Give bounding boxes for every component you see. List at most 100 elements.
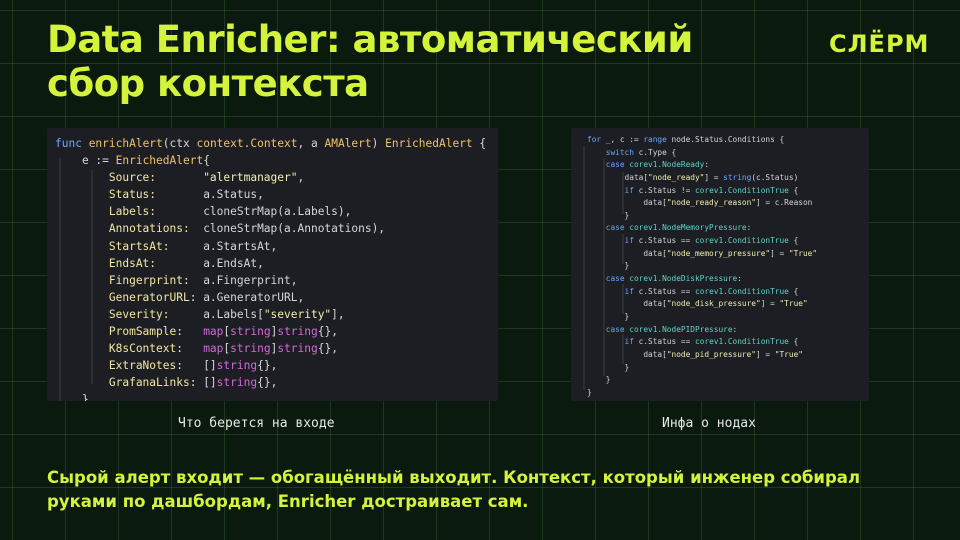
code-token: K8sContext:: [55, 342, 204, 356]
code-token: ] =: [760, 299, 780, 309]
code-token: string: [723, 172, 752, 182]
code-line: if c.Status == corev1.ConditionTrue {: [587, 286, 817, 299]
code-line: Severity: a.Labels["severity"],: [55, 306, 486, 323]
code-line: for _, c := range node.Status.Conditions…: [587, 134, 817, 147]
code-line: }: [587, 311, 817, 324]
code-line: }: [587, 210, 817, 223]
code-token: a.StartsAt,: [203, 239, 278, 253]
code-token: ,: [297, 171, 305, 185]
code-line: K8sContext: map[string]string{},: [55, 340, 486, 357]
code-token: a.GeneratorURL,: [203, 290, 305, 304]
caption-right: Инфа о нодах: [662, 416, 756, 431]
code-token: Labels:: [55, 205, 204, 219]
code-token: GrafanaLinks:: [55, 376, 204, 390]
code-line: case corev1.NodeReady:: [587, 159, 817, 172]
code-line: }: [587, 362, 817, 375]
code-token: if: [587, 236, 639, 246]
code-line: if c.Status == corev1.ConditionTrue {: [587, 336, 817, 349]
code-token: Annotations:: [55, 222, 204, 236]
code-token: if: [587, 185, 639, 195]
code-token: corev1.ConditionTrue: [694, 286, 789, 296]
code-token: Severity:: [55, 307, 204, 321]
code-token: Status:: [55, 188, 204, 202]
code-token: "node_memory_pressure": [666, 248, 771, 258]
code-token: EndsAt:: [55, 256, 204, 270]
code-token: case: [587, 223, 630, 233]
code-token: "True": [774, 349, 803, 359]
code-token: a.EndsAt,: [203, 256, 264, 270]
code-line: }: [587, 374, 817, 387]
code-line: Fingerprint: a.Fingerprint,: [55, 272, 486, 289]
code-token: PromSample:: [55, 325, 204, 339]
code-token: corev1.ConditionTrue: [694, 337, 789, 347]
code-token: case: [587, 324, 630, 334]
code-token: data[: [587, 198, 667, 208]
code-token: range: [643, 135, 672, 144]
slide-title: Data Enricher: автоматический сбор конте…: [47, 18, 693, 106]
code-token: AMAlert: [324, 137, 372, 150]
code-token: data[: [587, 349, 667, 359]
code-token: {: [788, 286, 799, 296]
code-token: :: [737, 274, 742, 284]
code-token: data[: [587, 172, 649, 182]
code-token: map: [203, 325, 224, 339]
code-token: []: [203, 359, 217, 373]
code-line: }: [55, 391, 486, 401]
code-token: "node_ready": [648, 172, 705, 182]
code-token: {},: [317, 342, 338, 356]
brand-logo: СЛЁРМ: [829, 30, 930, 58]
code-line: func enrichAlert(ctx context.Context, a …: [55, 135, 486, 152]
code-token: {: [788, 236, 799, 246]
code-block-node-conditions: for _, c := range node.Status.Conditions…: [587, 134, 817, 399]
code-token: Fingerprint:: [55, 273, 204, 287]
code-token: cloneStrMap(a.Annotations),: [203, 222, 386, 236]
code-token: }: [587, 261, 630, 271]
code-token: _, c :=: [605, 135, 644, 144]
code-token: :: [704, 160, 710, 170]
code-token: node.Status.Conditions {: [671, 135, 785, 144]
code-token: enrichAlert: [88, 137, 163, 150]
caption-left: Что берется на входе: [178, 416, 335, 431]
code-token: corev1.NodeReady: [629, 160, 705, 170]
code-token: "node_ready_reason": [666, 198, 757, 208]
code-token: ExtraNotes:: [55, 359, 204, 373]
code-token: c.Status !=: [638, 185, 695, 195]
code-token: a.Labels[: [203, 307, 264, 321]
code-token: ] =: [770, 248, 789, 258]
code-token: string: [230, 342, 271, 356]
code-token: a.Fingerprint,: [203, 273, 298, 287]
code-token: "True": [779, 299, 808, 309]
code-line: }: [587, 387, 817, 400]
code-line: Source: "alertmanager",: [55, 169, 486, 186]
code-token: ],: [331, 307, 345, 321]
code-token: :: [732, 324, 738, 334]
code-line: ExtraNotes: []string{},: [55, 357, 486, 374]
code-token: c.Type {: [638, 147, 677, 157]
code-token: map: [203, 342, 224, 356]
code-token: }: [55, 393, 89, 401]
code-token: string: [277, 342, 318, 356]
code-line: data["node_ready"] = string(c.Status): [587, 172, 817, 185]
summary-text-line-2: руками по дашбордам, Enricher достраивае…: [47, 492, 529, 511]
code-line: GrafanaLinks: []string{},: [55, 374, 486, 391]
code-token: Source:: [55, 171, 204, 185]
code-line: switch c.Type {: [587, 147, 817, 160]
code-token: StartsAt:: [55, 239, 204, 253]
code-token: a.Status,: [203, 188, 264, 202]
code-line: Labels: cloneStrMap(a.Labels),: [55, 203, 486, 220]
code-line: if c.Status != corev1.ConditionTrue {: [587, 185, 817, 198]
code-token: ] =: [704, 172, 724, 182]
code-token: {},: [257, 359, 278, 373]
code-token: ] = c.Reason: [756, 198, 813, 208]
code-line: case corev1.NodeDiskPressure:: [587, 273, 817, 286]
code-line: EndsAt: a.EndsAt,: [55, 255, 486, 272]
code-line: data["node_memory_pressure"] = "True": [587, 248, 817, 261]
code-token: "node_disk_pressure": [666, 299, 761, 309]
code-line: Status: a.Status,: [55, 186, 486, 203]
code-token: case: [587, 160, 630, 170]
code-token: ] =: [756, 349, 775, 359]
code-token: corev1.NodePIDPressure: [629, 324, 733, 334]
code-token: "severity": [263, 307, 332, 321]
code-token: (ctx: [162, 137, 197, 150]
code-token: GeneratorURL:: [55, 290, 204, 304]
